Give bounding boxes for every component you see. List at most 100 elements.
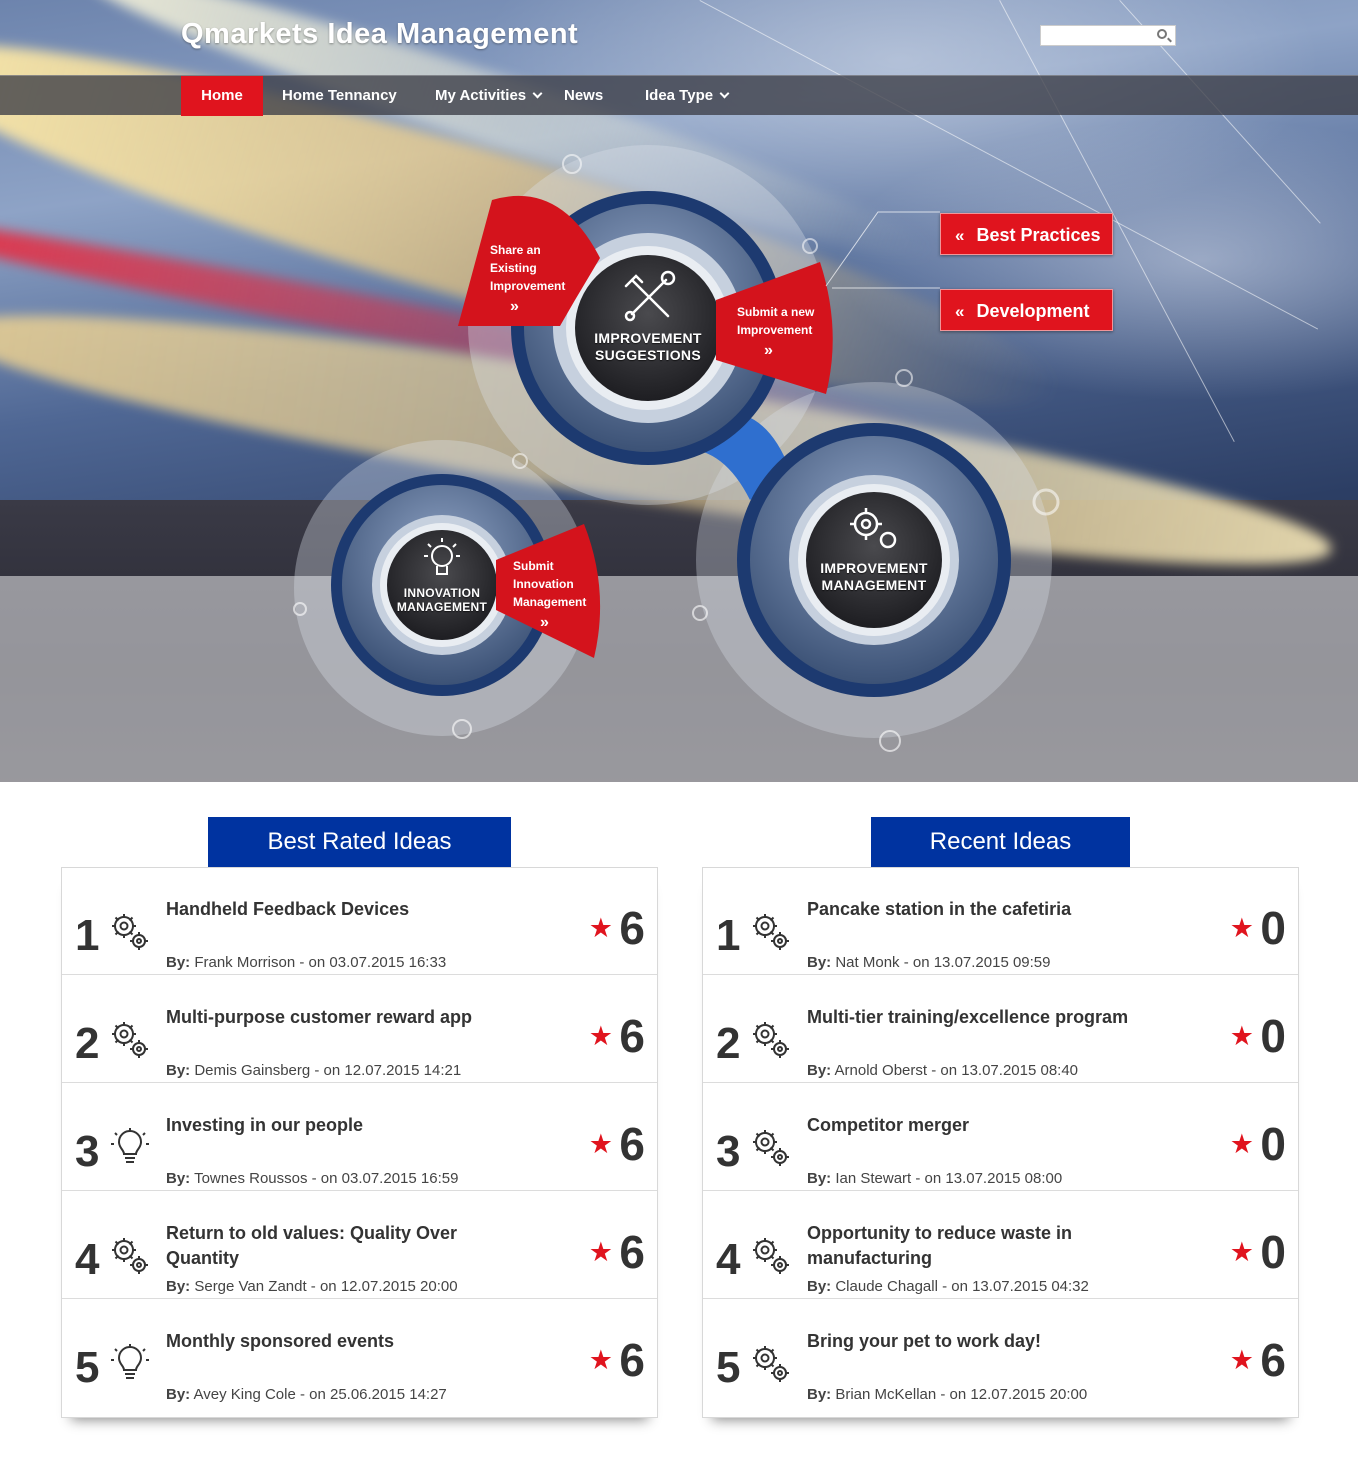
lightbulb-icon	[110, 1128, 150, 1168]
idea-process-graphic	[293, 145, 1060, 752]
best-rated-list: 1 Handheld Feedback Devices By: Frank Morr…	[61, 867, 658, 1418]
nav-idea-type[interactable]: Idea Type	[645, 76, 730, 116]
gears-icon	[110, 1236, 150, 1276]
hero-banner: IMPROVEMENT SUGGESTIONS INNOVATION MANAG…	[0, 0, 1358, 782]
recent-ideas-heading: Recent Ideas	[871, 817, 1130, 867]
idea-rank: 5	[75, 1343, 100, 1392]
idea-row[interactable]: 4 Return to old values: Quality Over Quan…	[62, 1192, 657, 1299]
idea-row[interactable]: 1 Handheld Feedback Devices By: Frank Morr…	[62, 868, 657, 975]
star-icon: ★	[588, 1021, 613, 1051]
idea-score: 0	[1260, 1118, 1286, 1170]
idea-title[interactable]: Return to old values: Quality Over Quant…	[166, 1221, 496, 1271]
idea-row[interactable]: 4 Opportunity to reduce waste in manufact…	[703, 1192, 1298, 1299]
search-box[interactable]	[1040, 25, 1176, 46]
idea-author: Demis Gainsberg - on 12.07.2015 14:21	[194, 1062, 462, 1079]
idea-rank: 4	[716, 1235, 741, 1284]
best-practices-button[interactable]: «Best Practices	[940, 213, 1113, 255]
chevrons-right-icon[interactable]: »	[540, 614, 549, 632]
idea-row[interactable]: 3 Competitor merger By: Ian Stewart - on 1…	[703, 1084, 1298, 1191]
star-icon: ★	[588, 1345, 613, 1375]
chevrons-right-icon[interactable]: »	[764, 342, 773, 360]
star-icon: ★	[588, 1129, 613, 1159]
hub-label-improvement-suggestions: IMPROVEMENT SUGGESTIONS	[594, 330, 702, 363]
nav-my-activities[interactable]: My Activities	[435, 76, 543, 116]
idea-rank: 3	[75, 1127, 100, 1176]
idea-row[interactable]: 3 Investing in our people By: Townes Rouss…	[62, 1084, 657, 1191]
idea-title[interactable]: Pancake station in the cafetiria	[807, 897, 1137, 922]
deco-ring	[895, 369, 913, 387]
idea-author: Avey King Cole - on 25.06.2015 14:27	[193, 1386, 447, 1403]
gears-icon	[751, 1236, 791, 1276]
idea-row[interactable]: 5 Bring your pet to work day! By: Brian Mc…	[703, 1300, 1298, 1407]
idea-author: Frank Morrison - on 03.07.2015 16:33	[194, 954, 447, 971]
gears-icon	[751, 1344, 791, 1384]
idea-author: Arnold Oberst - on 13.07.2015 08:40	[834, 1062, 1079, 1079]
idea-author: Brian McKellan - on 12.07.2015 20:00	[835, 1386, 1088, 1403]
gears-icon	[751, 1128, 791, 1168]
idea-score: 6	[619, 1010, 645, 1062]
search-input[interactable]	[1041, 26, 1149, 45]
gears-icon	[751, 912, 791, 952]
nav-news[interactable]: News	[564, 76, 603, 116]
gears-icon	[110, 912, 150, 952]
connector-line	[825, 211, 940, 287]
star-icon: ★	[588, 1237, 613, 1267]
nav-home[interactable]: Home	[181, 76, 263, 116]
idea-author-line: By: Ian Stewart - on 13.07.2015 08:00	[807, 1170, 1063, 1187]
idea-row[interactable]: 5 Monthly sponsored events By: Avey King C…	[62, 1300, 657, 1407]
segment-label-submit-innovation[interactable]: Submit Innovation Management	[513, 557, 593, 611]
idea-rank: 2	[716, 1019, 741, 1068]
chevrons-right-icon[interactable]: »	[510, 298, 519, 316]
star-icon: ★	[1229, 1021, 1254, 1051]
star-icon: ★	[1229, 1129, 1254, 1159]
idea-row[interactable]: 2 Multi-purpose customer reward app By: De…	[62, 976, 657, 1083]
chevron-down-icon	[532, 88, 543, 99]
idea-author: Townes Roussos - on 03.07.2015 16:59	[194, 1170, 459, 1187]
idea-score: 6	[619, 902, 645, 954]
recent-ideas-list: 1 Pancake station in the cafetiria By: Nat…	[702, 867, 1299, 1418]
idea-title[interactable]: Handheld Feedback Devices	[166, 897, 496, 922]
star-icon: ★	[1229, 1345, 1254, 1375]
idea-title[interactable]: Investing in our people	[166, 1113, 496, 1138]
idea-author: Ian Stewart - on 13.07.2015 08:00	[835, 1170, 1063, 1187]
lightbulb-icon	[110, 1344, 150, 1384]
idea-title[interactable]: Opportunity to reduce waste in manufactu…	[807, 1221, 1137, 1271]
idea-rank: 4	[75, 1235, 100, 1284]
idea-author-line: By: Arnold Oberst - on 13.07.2015 08:40	[807, 1062, 1079, 1079]
idea-row[interactable]: 2 Multi-tier training/excellence program B…	[703, 976, 1298, 1083]
star-icon: ★	[1229, 1237, 1254, 1267]
idea-score: 6	[1260, 1334, 1286, 1386]
idea-title[interactable]: Competitor merger	[807, 1113, 1137, 1138]
idea-author-line: By: Townes Roussos - on 03.07.2015 16:59	[166, 1170, 459, 1187]
idea-author: Claude Chagall - on 13.07.2015 04:32	[835, 1278, 1089, 1295]
idea-rank: 1	[716, 911, 741, 960]
idea-author-line: By: Brian McKellan - on 12.07.2015 20:00	[807, 1386, 1088, 1403]
idea-author: Nat Monk - on 13.07.2015 09:59	[835, 954, 1051, 971]
hub-label-improvement-management: IMPROVEMENT MANAGEMENT	[820, 560, 928, 593]
segment-label-submit-new[interactable]: Submit a new Improvement	[737, 303, 819, 339]
idea-author-line: By: Claude Chagall - on 13.07.2015 04:32	[807, 1278, 1089, 1295]
segment-label-share-existing[interactable]: Share an Existing Improvement	[490, 241, 570, 295]
search-icon[interactable]	[1157, 29, 1167, 39]
star-icon: ★	[588, 913, 613, 943]
idea-author-line: By: Nat Monk - on 13.07.2015 09:59	[807, 954, 1051, 971]
idea-title[interactable]: Multi-tier training/excellence program	[807, 1005, 1137, 1030]
idea-title[interactable]: Multi-purpose customer reward app	[166, 1005, 496, 1030]
chevron-down-icon	[719, 88, 730, 99]
idea-rank: 2	[75, 1019, 100, 1068]
gears-icon	[751, 1020, 791, 1060]
idea-score: 6	[619, 1226, 645, 1278]
idea-score: 0	[1260, 1226, 1286, 1278]
idea-rank: 1	[75, 911, 100, 960]
hub-label-innovation-management: INNOVATION MANAGEMENT	[396, 586, 488, 614]
idea-author-line: By: Serge Van Zandt - on 12.07.2015 20:0…	[166, 1278, 458, 1295]
chevrons-left-icon: «	[955, 226, 965, 245]
idea-score: 6	[619, 1334, 645, 1386]
development-button[interactable]: «Development	[940, 289, 1113, 331]
idea-title[interactable]: Bring your pet to work day!	[807, 1329, 1137, 1354]
idea-score: 0	[1260, 902, 1286, 954]
nav-home-tennancy[interactable]: Home Tennancy	[282, 76, 397, 116]
idea-title[interactable]: Monthly sponsored events	[166, 1329, 496, 1354]
site-title[interactable]: Qmarkets Idea Management	[181, 18, 578, 51]
idea-row[interactable]: 1 Pancake station in the cafetiria By: Nat…	[703, 868, 1298, 975]
